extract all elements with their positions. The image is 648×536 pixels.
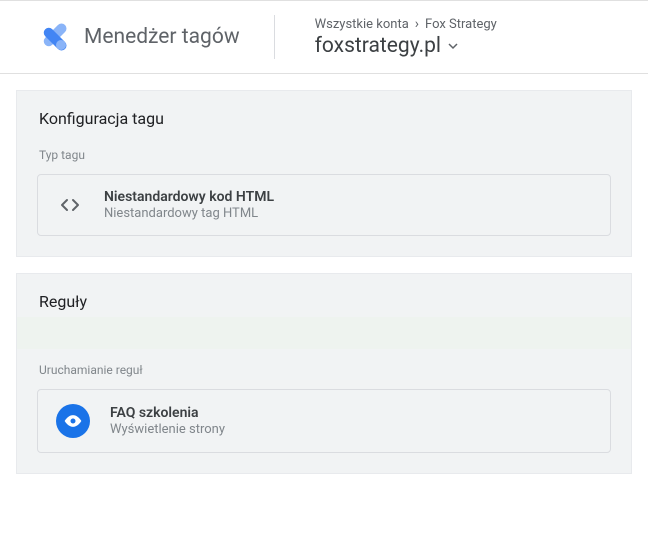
tag-type-label: Typ tagu [17, 134, 631, 170]
breadcrumb-level2: Fox Strategy [425, 17, 497, 32]
triggers-panel: Reguły Uruchamianie reguł FAQ szkolenia … [16, 273, 632, 474]
logo-section: Menedżer tagów [36, 20, 240, 54]
app-title: Menedżer tagów [84, 25, 240, 49]
triggers-band [17, 317, 631, 349]
tag-type-text: Niestandardowy kod HTML Niestandardowy t… [104, 189, 274, 221]
gtm-logo-icon [36, 20, 70, 54]
trigger-title: FAQ szkolenia [110, 405, 225, 421]
app-header: Menedżer tagów Wszystkie konta › Fox Str… [0, 0, 648, 74]
container-name: foxstrategy.pl [315, 34, 441, 58]
breadcrumb-level1: Wszystkie konta [315, 17, 409, 32]
vertical-divider [274, 15, 275, 59]
dropdown-arrow-icon [447, 37, 459, 56]
trigger-card[interactable]: FAQ szkolenia Wyświetlenie strony [37, 389, 611, 453]
triggers-title: Reguły [17, 274, 631, 317]
account-selector[interactable]: Wszystkie konta › Fox Strategy foxstrate… [315, 16, 497, 58]
tag-config-title: Konfiguracja tagu [17, 91, 631, 134]
tag-type-subtitle: Niestandardowy tag HTML [104, 206, 274, 221]
pageview-icon [56, 404, 90, 438]
code-icon [56, 191, 84, 219]
breadcrumb: Wszystkie konta › Fox Strategy [315, 16, 497, 32]
tag-type-card[interactable]: Niestandardowy kod HTML Niestandardowy t… [37, 174, 611, 236]
container-selector-row: foxstrategy.pl [315, 34, 497, 58]
chevron-right-icon: › [415, 16, 419, 32]
trigger-subtitle: Wyświetlenie strony [110, 422, 225, 437]
trigger-text: FAQ szkolenia Wyświetlenie strony [110, 405, 225, 437]
firing-triggers-label: Uruchamianie reguł [17, 349, 631, 385]
tag-config-panel: Konfiguracja tagu Typ tagu Niestandardow… [16, 90, 632, 257]
tag-type-title: Niestandardowy kod HTML [104, 189, 274, 205]
